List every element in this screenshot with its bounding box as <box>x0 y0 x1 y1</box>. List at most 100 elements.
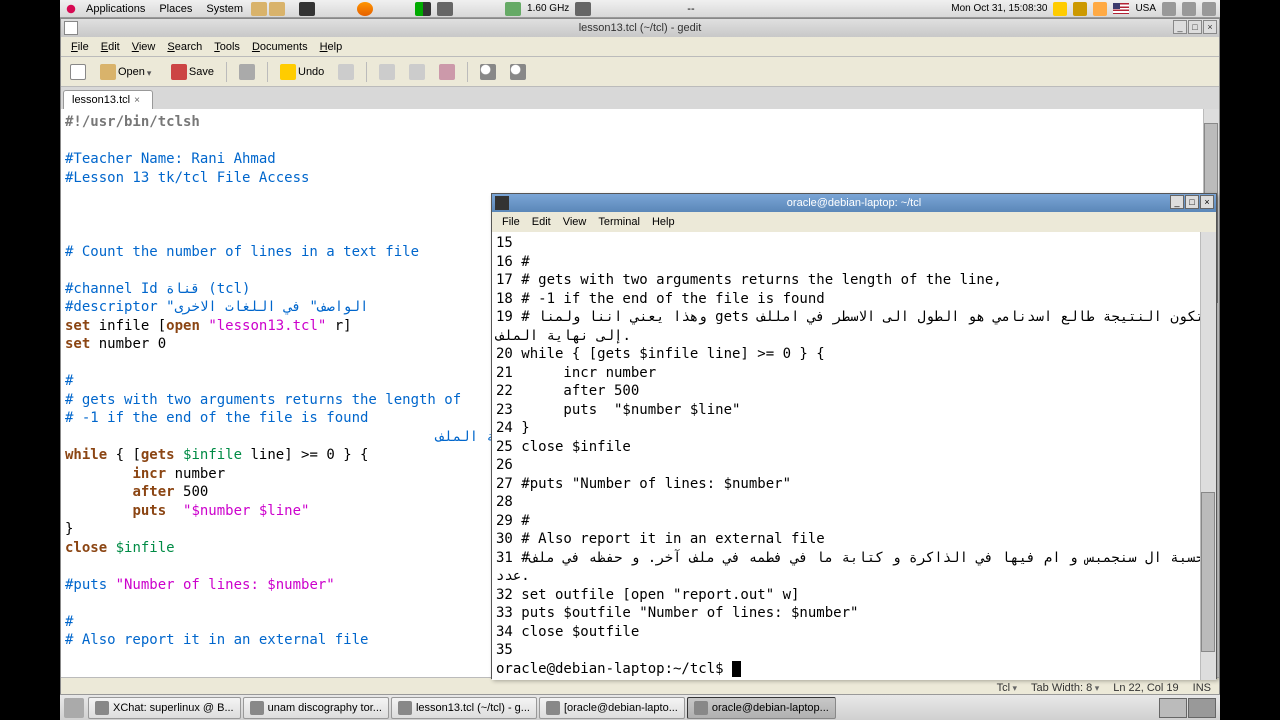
save-icon <box>171 64 187 80</box>
search-icon <box>480 64 496 80</box>
minimize-button[interactable]: _ <box>1173 20 1187 34</box>
term-close-button[interactable]: × <box>1200 195 1214 209</box>
tab-bar: lesson13.tcl × <box>61 87 1219 109</box>
status-ins[interactable]: INS <box>1193 682 1211 694</box>
replace-icon <box>510 64 526 80</box>
paste-button[interactable] <box>434 61 460 83</box>
term-menu-help[interactable]: Help <box>646 214 681 230</box>
terminal-body[interactable]: 15 16 # 17 # gets with two arguments ret… <box>492 232 1216 680</box>
terminal-app-icon <box>495 196 509 210</box>
top-panel: Applications Places System 1.60 GHz -- M… <box>60 0 1220 18</box>
redo-icon <box>338 64 354 80</box>
task-icon <box>694 701 708 715</box>
apps-menu[interactable]: Applications <box>80 1 151 17</box>
maximize-button[interactable]: □ <box>1188 20 1202 34</box>
system-menu[interactable]: System <box>200 1 249 17</box>
separator-text: -- <box>687 3 694 15</box>
print-button[interactable] <box>234 61 260 83</box>
terminal-menubar: File Edit View Terminal Help <box>492 212 1216 232</box>
cut-icon <box>379 64 395 80</box>
task-icon <box>95 701 109 715</box>
keyboard-layout-flag[interactable] <box>1113 3 1129 14</box>
copy-button[interactable] <box>404 61 430 83</box>
home2-icon[interactable] <box>269 2 285 16</box>
show-desktop-icon[interactable] <box>64 698 84 718</box>
print-icon <box>239 64 255 80</box>
gedit-menubar: File Edit View Search Tools Documents He… <box>61 37 1219 57</box>
new-button[interactable] <box>65 61 91 83</box>
task-button[interactable]: XChat: superlinux @ B... <box>88 697 241 719</box>
copy-icon <box>409 64 425 80</box>
term-menu-terminal[interactable]: Terminal <box>592 214 646 230</box>
gedit-app-icon <box>64 21 78 35</box>
gear-icon[interactable] <box>1073 2 1087 16</box>
clock[interactable]: Mon Oct 31, 15:08:30 <box>951 3 1047 14</box>
new-file-icon <box>70 64 86 80</box>
menu-file[interactable]: File <box>65 39 95 55</box>
cpu-icon[interactable] <box>505 2 521 16</box>
tab-label: lesson13.tcl <box>72 94 130 106</box>
save-button[interactable]: Save <box>166 61 219 83</box>
gedit-title-text: lesson13.tcl (~/tcl) - gedit <box>579 22 702 34</box>
menu-edit[interactable]: Edit <box>95 39 126 55</box>
network-icon[interactable] <box>575 2 591 16</box>
terminal-scrollbar[interactable] <box>1200 232 1216 680</box>
debian-icon[interactable] <box>64 2 78 16</box>
gedit-toolbar: Open Save Undo <box>61 57 1219 87</box>
menu-tools[interactable]: Tools <box>208 39 246 55</box>
workspace-2[interactable] <box>1188 698 1216 718</box>
sensor-icon[interactable] <box>437 2 453 16</box>
task-button[interactable]: lesson13.tcl (~/tcl) - g... <box>391 697 537 719</box>
indicator2-icon[interactable] <box>1182 2 1196 16</box>
menu-search[interactable]: Search <box>161 39 208 55</box>
task-icon <box>250 701 264 715</box>
redo-button[interactable] <box>333 61 359 83</box>
terminal-titlebar[interactable]: oracle@debian-laptop: ~/tcl _ □ × <box>492 194 1216 212</box>
close-button[interactable]: × <box>1203 20 1217 34</box>
task-button[interactable]: [oracle@debian-lapto... <box>539 697 685 719</box>
terminal-launcher-icon[interactable] <box>299 2 315 16</box>
places-menu[interactable]: Places <box>153 1 198 17</box>
undo-button[interactable]: Undo <box>275 61 329 83</box>
system-monitor-icon[interactable] <box>415 2 431 16</box>
update-icon[interactable] <box>1093 2 1107 16</box>
tab-lesson13[interactable]: lesson13.tcl × <box>63 90 153 109</box>
find-button[interactable] <box>475 61 501 83</box>
task-button[interactable]: oracle@debian-laptop... <box>687 697 836 719</box>
status-language[interactable]: Tcl <box>997 682 1017 694</box>
tab-close-icon[interactable]: × <box>134 95 144 105</box>
undo-icon <box>280 64 296 80</box>
home-icon[interactable] <box>251 2 267 16</box>
task-icon <box>398 701 412 715</box>
term-menu-view[interactable]: View <box>557 214 593 230</box>
volume-icon[interactable] <box>1202 2 1216 16</box>
firefox-icon[interactable] <box>357 2 373 16</box>
task-icon <box>546 701 560 715</box>
term-menu-edit[interactable]: Edit <box>526 214 557 230</box>
indicator1-icon[interactable] <box>1162 2 1176 16</box>
terminal-title-text: oracle@debian-laptop: ~/tcl <box>787 197 921 209</box>
find-replace-button[interactable] <box>505 61 531 83</box>
terminal-window: oracle@debian-laptop: ~/tcl _ □ × File E… <box>491 193 1217 679</box>
term-menu-file[interactable]: File <box>496 214 526 230</box>
task-button[interactable]: unam discography tor... <box>243 697 389 719</box>
keyboard-layout-label: USA <box>1135 3 1156 14</box>
gedit-titlebar[interactable]: lesson13.tcl (~/tcl) - gedit _ □ × <box>61 19 1219 37</box>
sun-icon[interactable] <box>1053 2 1067 16</box>
term-maximize-button[interactable]: □ <box>1185 195 1199 209</box>
term-minimize-button[interactable]: _ <box>1170 195 1184 209</box>
workspace-switcher[interactable] <box>1158 698 1216 718</box>
folder-open-icon <box>100 64 116 80</box>
taskbar: XChat: superlinux @ B...unam discography… <box>88 697 838 719</box>
menu-help[interactable]: Help <box>314 39 349 55</box>
open-button[interactable]: Open <box>95 61 162 83</box>
status-tabwidth[interactable]: Tab Width: 8 <box>1031 682 1099 694</box>
menu-view[interactable]: View <box>126 39 162 55</box>
bottom-panel: XChat: superlinux @ B...unam discography… <box>60 694 1220 720</box>
workspace-1[interactable] <box>1159 698 1187 718</box>
status-position: Ln 22, Col 19 <box>1113 682 1178 694</box>
terminal-content[interactable]: 15 16 # 17 # gets with two arguments ret… <box>492 232 1216 680</box>
cut-button[interactable] <box>374 61 400 83</box>
cpu-freq: 1.60 GHz <box>527 3 569 14</box>
menu-documents[interactable]: Documents <box>246 39 314 55</box>
